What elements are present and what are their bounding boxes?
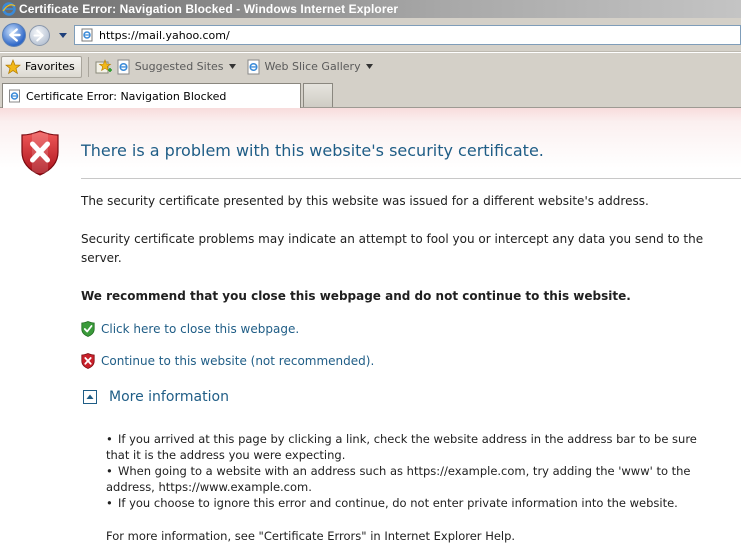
security-warning-text: Security certificate problems may indica…: [81, 232, 704, 246]
divider: [81, 178, 741, 179]
add-to-favorites-bar-icon[interactable]: [95, 58, 113, 75]
favorites-bar: Favorites Suggested Sites Web Slice Gall…: [0, 53, 741, 80]
ie-page-icon: [247, 59, 260, 74]
info-bullet-3: • If you choose to ignore this error and …: [106, 495, 678, 511]
web-slice-gallery-link[interactable]: Web Slice Gallery: [246, 59, 373, 75]
info-bullet-2-cont: address, https://www.example.com.: [106, 480, 312, 494]
bullet-icon: •: [106, 496, 113, 510]
favorites-star-icon: [5, 58, 21, 74]
info-bullet-2: • When going to a website with an address…: [106, 463, 691, 479]
internet-explorer-icon: [9, 89, 20, 103]
recommendation-text: We recommend that you close this webpage…: [81, 289, 631, 303]
title-bar[interactable]: Certificate Error: Navigation Blocked - …: [0, 0, 741, 18]
help-footer-text: For more information, see "Certificate E…: [106, 529, 516, 543]
window-title: Certificate Error: Navigation Blocked - …: [19, 2, 399, 16]
address-url[interactable]: https://mail.yahoo.com/: [99, 29, 230, 42]
shield-x-icon: [81, 353, 95, 369]
navigation-bar: https://mail.yahoo.com/: [0, 18, 741, 52]
bullet-icon: •: [106, 432, 113, 446]
favorites-label: Favorites: [25, 60, 75, 73]
suggested-sites-label: Suggested Sites: [134, 60, 224, 73]
close-webpage-link[interactable]: Click here to close this webpage.: [101, 322, 299, 336]
chevron-down-icon: [228, 64, 236, 69]
forward-button[interactable]: [29, 25, 50, 46]
security-error-shield-icon: [21, 130, 59, 176]
ie-page-icon: [117, 59, 130, 74]
close-webpage-option[interactable]: Click here to close this webpage.: [81, 321, 299, 337]
tab-bar: Certificate Error: Navigation Blocked: [0, 80, 741, 108]
info-bullet-1: • If you arrived at this page by clicking…: [106, 431, 697, 447]
forward-arrow-icon: [33, 29, 44, 42]
back-arrow-icon: [9, 28, 21, 42]
more-information-toggle[interactable]: More information: [83, 389, 229, 405]
error-page: There is a problem with this website's s…: [0, 108, 741, 557]
address-bar[interactable]: https://mail.yahoo.com/: [74, 25, 741, 45]
recent-pages-dropdown-icon[interactable]: [58, 31, 68, 39]
divider: [87, 56, 89, 77]
favorites-button[interactable]: Favorites: [1, 55, 82, 78]
back-button[interactable]: [2, 23, 26, 47]
bullet-icon: •: [106, 464, 113, 478]
shield-check-icon: [81, 321, 95, 337]
collapse-icon: [83, 390, 97, 404]
tab-certificate-error[interactable]: Certificate Error: Navigation Blocked: [2, 83, 301, 108]
info-bullet-2-text: When going to a website with an address …: [118, 464, 691, 478]
security-warning-text-cont: server.: [81, 251, 122, 265]
certificate-issue-text: The security certificate presented by th…: [81, 194, 649, 208]
continue-to-website-link[interactable]: Continue to this website (not recommende…: [101, 354, 374, 368]
page-icon: [81, 28, 93, 42]
continue-to-website-option[interactable]: Continue to this website (not recommende…: [81, 353, 374, 369]
page-title: There is a problem with this website's s…: [81, 141, 544, 160]
info-bullet-1-cont: that it is the address you were expectin…: [106, 448, 346, 462]
chevron-down-icon: [365, 64, 373, 69]
suggested-sites-link[interactable]: Suggested Sites: [116, 59, 236, 75]
web-slice-gallery-label: Web Slice Gallery: [264, 60, 361, 73]
internet-explorer-icon: [2, 2, 16, 16]
more-information-label[interactable]: More information: [109, 389, 229, 405]
info-bullet-1-text: If you arrived at this page by clicking …: [118, 432, 697, 446]
tab-label: Certificate Error: Navigation Blocked: [26, 89, 227, 103]
new-tab-button[interactable]: [303, 83, 333, 107]
info-bullet-3-text: If you choose to ignore this error and c…: [118, 496, 678, 510]
